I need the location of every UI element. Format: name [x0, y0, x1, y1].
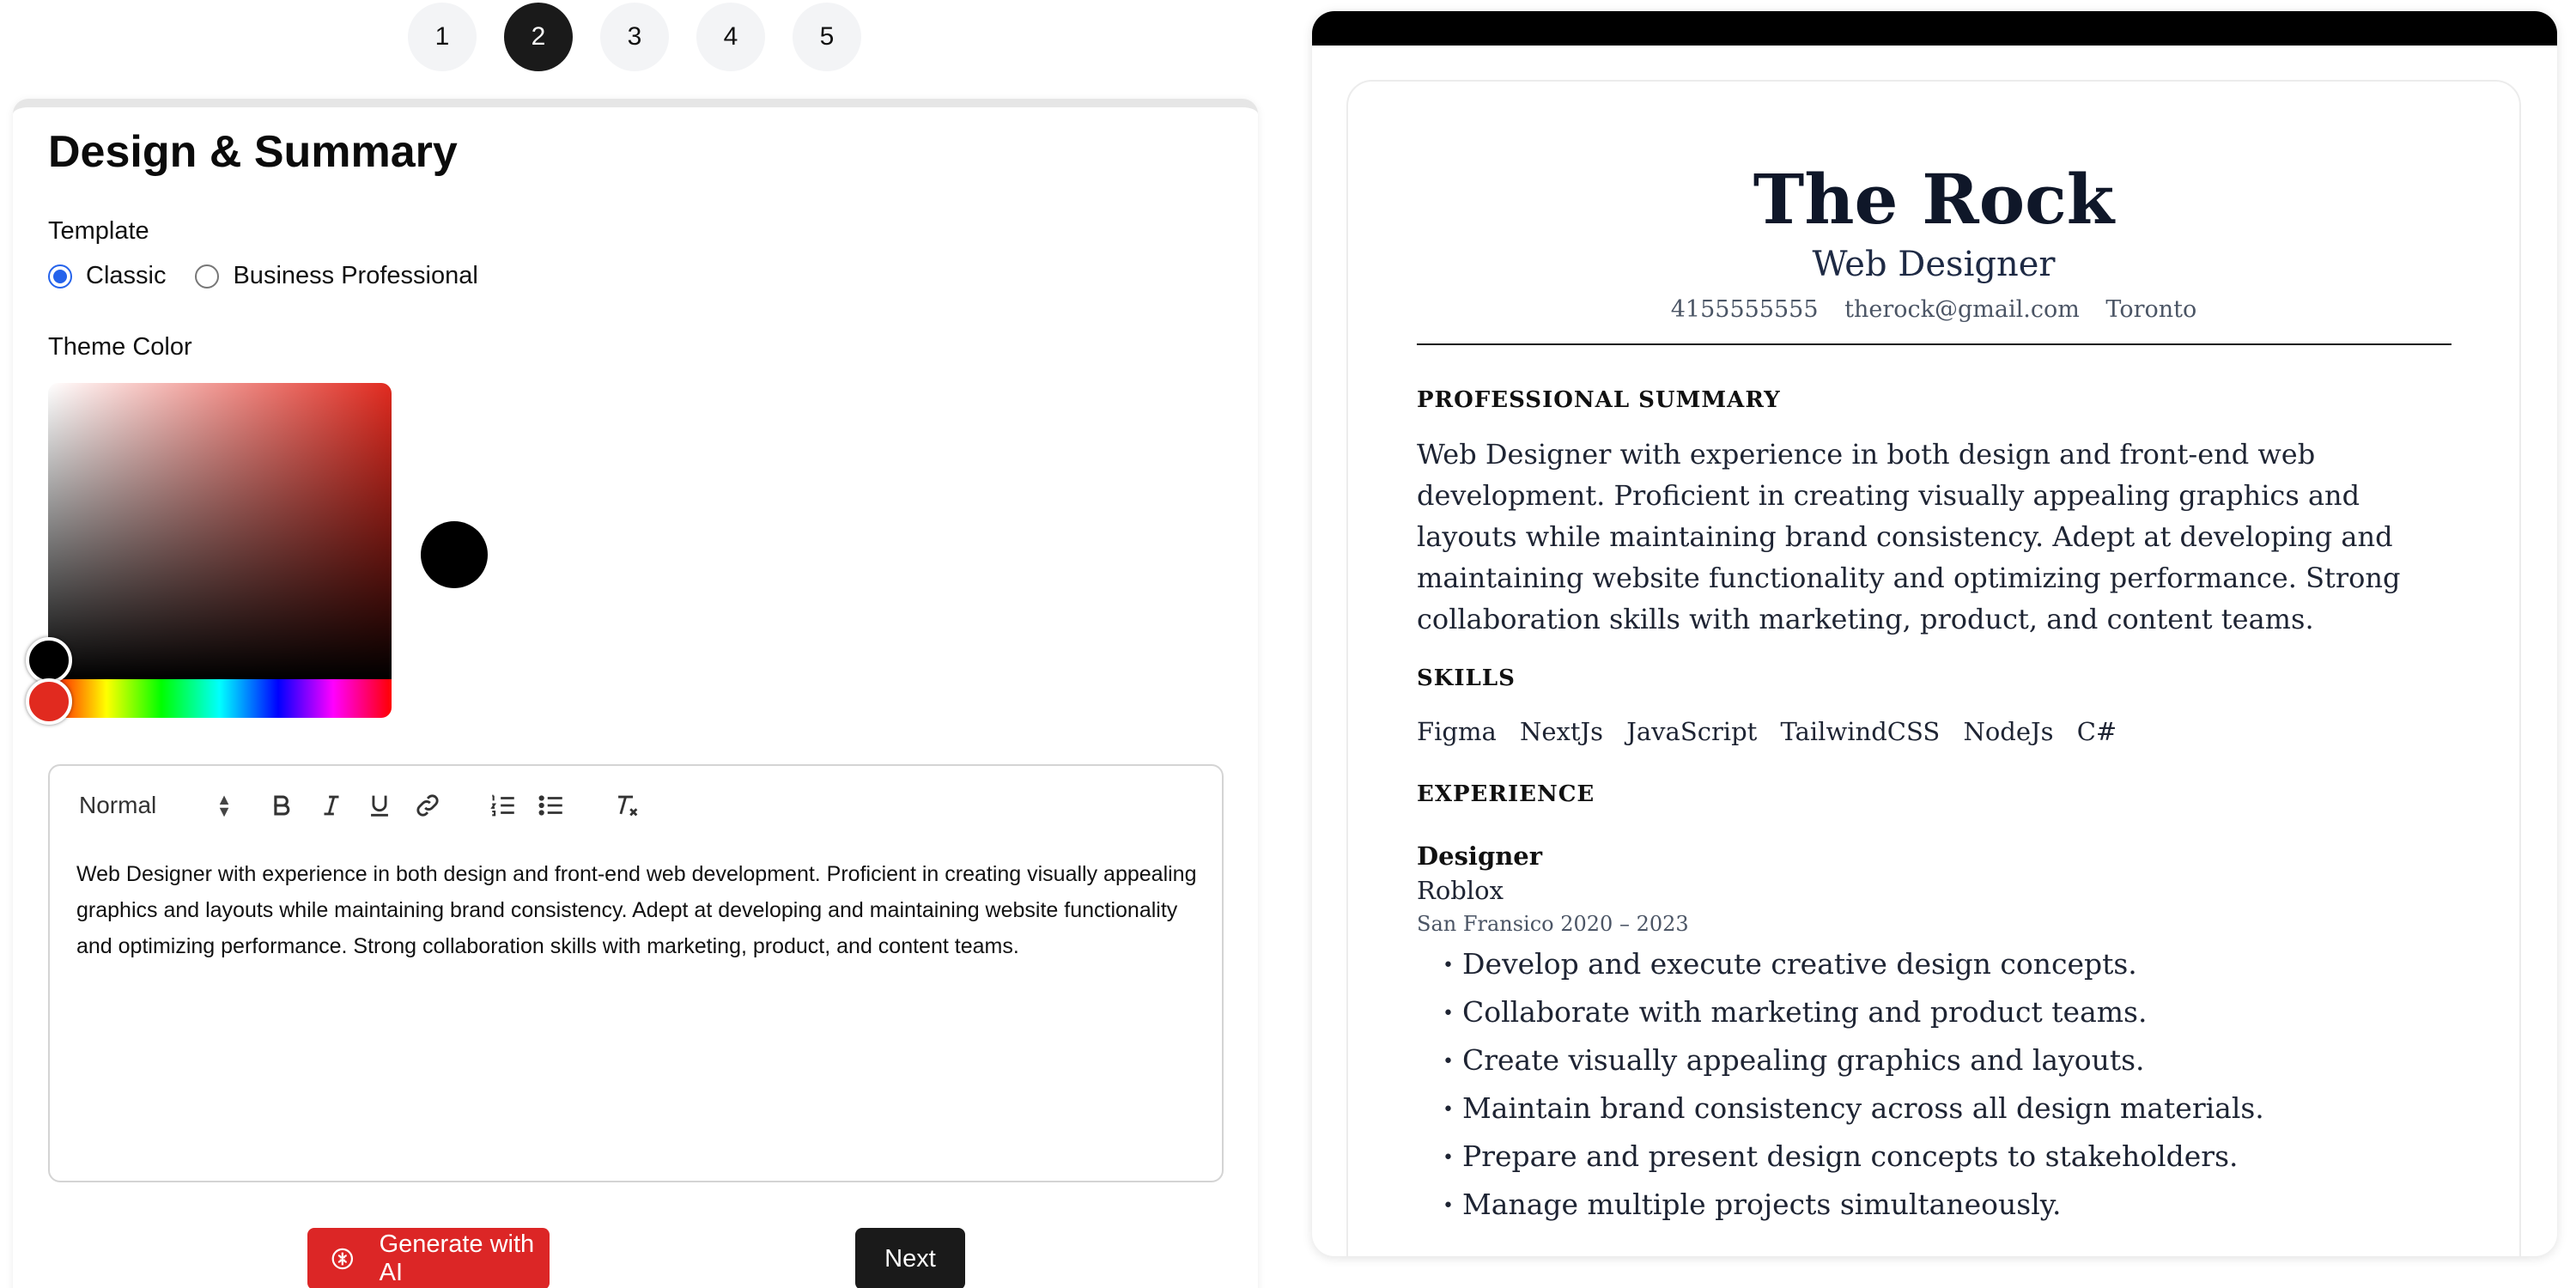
step-3-button[interactable]: 3: [600, 3, 669, 71]
list-item: Develop and execute creative design conc…: [1443, 940, 2264, 988]
select-arrows-icon: ▲ ▼: [216, 791, 232, 820]
skills-heading: SKILLS: [1417, 665, 1516, 691]
business-professional-radio[interactable]: [195, 264, 220, 289]
experience-bullets: Develop and execute creative design conc…: [1443, 940, 2264, 1229]
step-1-button[interactable]: 1: [408, 3, 477, 71]
skills-list: Figma NextJs JavaScript TailwindCSS Node…: [1417, 717, 2132, 746]
hue-slider[interactable]: [48, 679, 392, 718]
link-button[interactable]: [409, 787, 447, 824]
step-5-button[interactable]: 5: [793, 3, 861, 71]
resume-preview-panel: The Rock Web Designer 4155555555 therock…: [1312, 11, 2557, 1256]
bullet-list-icon: [538, 795, 562, 816]
step-4-button[interactable]: 4: [696, 3, 765, 71]
list-item: Maintain brand consistency across all de…: [1443, 1084, 2264, 1133]
generate-with-ai-label: Generate with AI: [379, 1230, 535, 1286]
resume-divider: [1417, 343, 2451, 345]
step-2-button[interactable]: 2: [504, 3, 573, 71]
resume-phone: 4155555555: [1670, 296, 1819, 323]
list-item: Prepare and present design concepts to s…: [1443, 1133, 2264, 1181]
theme-color-label: Theme Color: [48, 333, 192, 361]
ordered-list-icon: [490, 794, 514, 817]
classic-radio[interactable]: [48, 264, 72, 289]
experience-company: Roblox: [1417, 876, 1504, 905]
experience-location-dates: San Fransico 2020 – 2023: [1417, 912, 1689, 936]
classic-radio-label[interactable]: Classic: [86, 262, 166, 290]
resume-location: Toronto: [2105, 296, 2197, 323]
summary-rich-text-editor: Normal ▲ ▼ Web Designer with experience …: [48, 764, 1224, 1182]
step-indicator: 1 2 3 4 5: [408, 3, 861, 71]
business-professional-radio-label[interactable]: Business Professional: [233, 262, 477, 290]
clear-format-button[interactable]: [608, 787, 646, 824]
text-format-select[interactable]: Normal ▲ ▼: [79, 788, 232, 823]
skill-item: NextJs: [1519, 717, 1604, 746]
summary-text-area[interactable]: Web Designer with experience in both des…: [76, 856, 1210, 964]
italic-button[interactable]: [313, 787, 350, 824]
resume-name: The Rock: [1753, 159, 2115, 240]
link-icon: [416, 794, 439, 817]
experience-heading: EXPERIENCE: [1417, 781, 1595, 807]
editor-toolbar: Normal ▲ ▼: [50, 766, 1222, 843]
clear-format-icon: [618, 795, 638, 817]
page-title: Design & Summary: [48, 127, 458, 177]
underline-icon: [371, 795, 388, 817]
resume-job-title: Web Designer: [1812, 245, 2056, 284]
skill-item: TailwindCSS: [1780, 717, 1941, 746]
design-summary-card: Design & Summary Template Classic Busine…: [13, 99, 1258, 1288]
bullet-list-button[interactable]: [532, 787, 570, 824]
skill-item: C#: [2076, 717, 2117, 746]
text-format-value: Normal: [79, 792, 157, 818]
template-label: Template: [48, 217, 149, 245]
experience-role: Designer: [1417, 841, 1543, 871]
list-item: Collaborate with marketing and product t…: [1443, 988, 2264, 1036]
summary-heading: PROFESSIONAL SUMMARY: [1417, 387, 1781, 413]
theme-color-bar: [1312, 11, 2557, 46]
next-button[interactable]: Next: [855, 1228, 965, 1288]
underline-button[interactable]: [361, 787, 398, 824]
resume-paper: The Rock Web Designer 4155555555 therock…: [1346, 80, 2521, 1256]
bold-button[interactable]: [263, 787, 301, 824]
resume-contact-line: 4155555555 therock@gmail.com Toronto: [1348, 296, 2519, 323]
brain-icon: [331, 1248, 354, 1270]
list-item: Create visually appealing graphics and l…: [1443, 1036, 2264, 1084]
resume-email: therock@gmail.com: [1844, 296, 2080, 323]
saturation-handle[interactable]: [26, 637, 72, 683]
skill-item: NodeJs: [1963, 717, 2054, 746]
ordered-list-button[interactable]: [484, 787, 522, 824]
template-radio-group: Classic Business Professional: [48, 262, 507, 290]
bold-icon: [274, 795, 290, 816]
italic-icon: [324, 795, 339, 816]
selected-color-swatch: [421, 521, 488, 588]
list-item: Manage multiple projects simultaneously.: [1443, 1181, 2264, 1229]
skill-item: Figma: [1417, 717, 1497, 746]
skill-item: JavaScript: [1626, 717, 1758, 746]
hue-handle[interactable]: [26, 678, 72, 725]
generate-with-ai-button[interactable]: Generate with AI: [307, 1228, 550, 1288]
color-saturation-picker[interactable]: [48, 383, 392, 679]
resume-summary: Web Designer with experience in both des…: [1417, 438, 2401, 635]
